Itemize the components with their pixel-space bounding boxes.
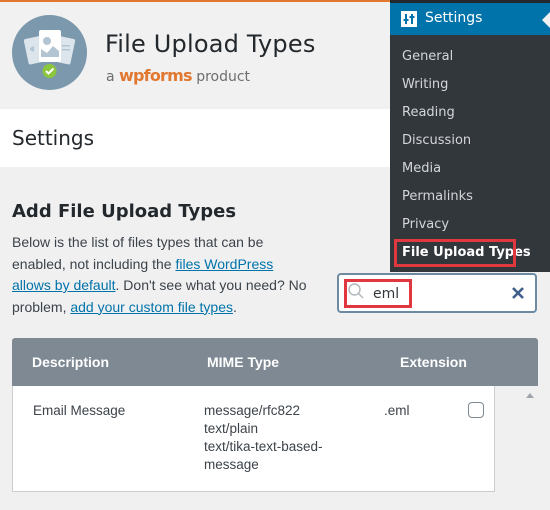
enable-type-checkbox[interactable] — [468, 402, 484, 418]
sidebar-head-label: Settings — [425, 10, 483, 26]
file-types-table: Description MIME Type Extension Email Me… — [12, 338, 538, 492]
column-header-mime-type: MIME Type — [207, 354, 280, 370]
tagline-prefix: a — [106, 69, 115, 85]
tagline-suffix: product — [196, 69, 251, 85]
mime-type: message — [204, 457, 259, 472]
wpforms-brand-logo: wpforms — [119, 66, 192, 85]
column-header-description: Description — [32, 354, 110, 370]
plugin-title: File Upload Types — [105, 30, 316, 58]
mime-type: message/rfc822 — [204, 403, 301, 418]
sidebar-item-reading[interactable]: Reading — [390, 99, 550, 127]
sidebar-item-file-upload-types[interactable]: File Upload Types — [390, 239, 550, 267]
mime-type: text/tika-text-based- — [204, 439, 323, 454]
settings-sliders-icon — [401, 11, 417, 27]
desc-text-3: . — [233, 298, 237, 315]
sidebar-submenu-list: General Writing Reading Discussion Media… — [390, 43, 550, 267]
sidebar-highlight-annotation — [394, 239, 516, 267]
sidebar-item-permalinks[interactable]: Permalinks — [390, 183, 550, 211]
sidebar-item-general[interactable]: General — [390, 43, 550, 71]
sidebar-item-settings[interactable]: Settings — [390, 3, 550, 35]
section-description: Below is the list of files types that ca… — [12, 232, 312, 318]
scroll-up-arrow[interactable] — [526, 393, 534, 398]
plugin-tagline: a wpforms product — [106, 66, 250, 85]
row-extension: .eml — [384, 403, 410, 418]
sidebar-item-privacy[interactable]: Privacy — [390, 211, 550, 239]
sidebar-item-writing[interactable]: Writing — [390, 71, 550, 99]
table-row: Email Message message/rfc822 text/plain … — [12, 386, 495, 492]
custom-file-types-link[interactable]: add your custom file types — [70, 299, 233, 315]
row-mime-types: message/rfc822 text/plain text/tika-text… — [204, 402, 323, 474]
section-title: Add File Upload Types — [12, 201, 237, 222]
admin-sidebar-submenu: Settings General Writing Reading Discuss… — [390, 0, 550, 272]
mime-type: text/plain — [204, 421, 259, 436]
page-title: Settings — [12, 126, 95, 150]
plugin-header: File Upload Types a wpforms product — [0, 2, 390, 106]
sidebar-item-discussion[interactable]: Discussion — [390, 127, 550, 155]
column-header-extension: Extension — [400, 354, 467, 370]
sidebar-item-media[interactable]: Media — [390, 155, 550, 183]
search-field[interactable] — [337, 273, 537, 313]
page-title-bar: Settings — [0, 109, 390, 167]
row-description: Email Message — [33, 403, 126, 418]
close-icon[interactable] — [511, 286, 525, 300]
search-highlight-annotation — [344, 279, 412, 308]
file-types-logo-icon — [12, 15, 87, 90]
current-menu-pointer — [542, 12, 550, 28]
table-header: Description MIME Type Extension — [12, 338, 538, 386]
